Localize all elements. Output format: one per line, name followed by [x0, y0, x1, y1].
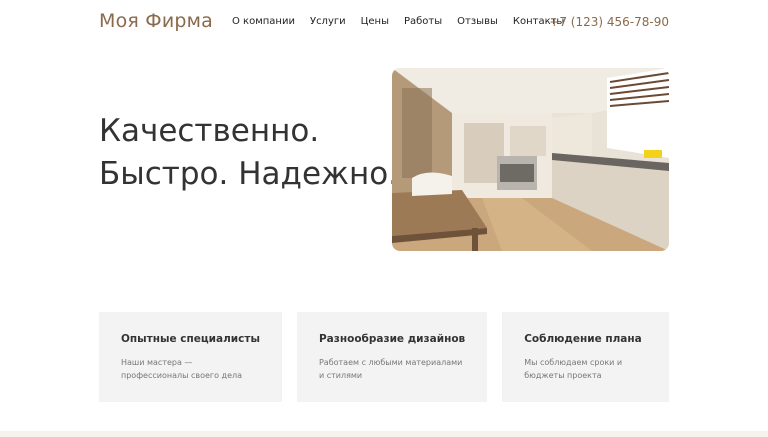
feature-text: Работаем с любыми материалами и стилями [318, 358, 463, 380]
features-section: Опытные специалисты Наши мастера — профе… [99, 312, 669, 402]
feature-text: Мы соблюдаем сроки и бюджеты проекта [524, 358, 623, 380]
feature-title: Разнообразие дизайнов [318, 333, 466, 345]
feature-title: Опытные специалисты [121, 333, 260, 345]
hero-heading-line-2: Быстро. Надежно. [99, 156, 399, 192]
nav-item-prices[interactable]: Цены [361, 16, 389, 27]
footer-strip [0, 431, 768, 437]
hero-heading: Качественно. Быстро. Надежно. [99, 110, 398, 196]
nav-item-works[interactable]: Работы [404, 16, 442, 27]
hero-heading-line-1: Качественно. [99, 113, 320, 149]
site-logo[interactable]: Моя Фирма [99, 10, 213, 32]
feature-card: Опытные специалисты Наши мастера — профе… [99, 312, 282, 402]
feature-card: Соблюдение плана Мы соблюдаем сроки и бю… [502, 312, 669, 402]
main-nav: О компании Услуги Цены Работы Отзывы Кон… [232, 16, 564, 27]
nav-item-about[interactable]: О компании [232, 16, 295, 27]
nav-item-services[interactable]: Услуги [310, 16, 346, 27]
feature-title: Соблюдение плана [524, 333, 642, 345]
nav-item-reviews[interactable]: Отзывы [457, 16, 498, 27]
feature-text: Наши мастера — профессионалы своего дела [121, 358, 242, 380]
hero-kitchen-image [392, 68, 669, 251]
site-header: Моя Фирма О компании Услуги Цены Работы … [0, 0, 768, 46]
phone-number[interactable]: +7 (123) 456-78-90 [549, 15, 669, 29]
feature-card: Разнообразие дизайнов Работаем с любыми … [296, 312, 488, 402]
